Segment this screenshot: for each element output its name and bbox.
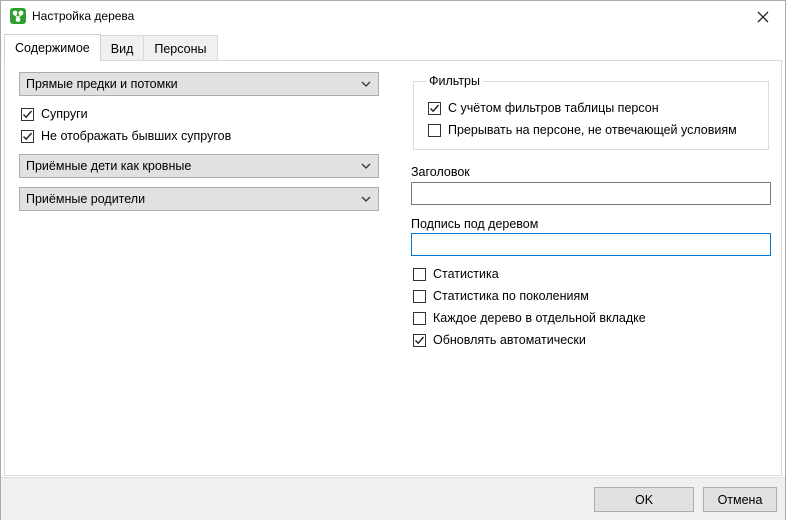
tree-settings-dialog: Настройка дерева Содержимое Вид Персоны … [0, 0, 786, 520]
tab-content[interactable]: Содержимое [4, 34, 101, 61]
tab-persons[interactable]: Персоны [143, 35, 218, 61]
stop-on-mismatch-label: Прерывать на персоне, не отвечающей усло… [448, 123, 737, 137]
adoptive-parents-select[interactable]: Приёмные родители [19, 187, 379, 211]
stats-by-generation-checkbox[interactable]: Статистика по поколениям [413, 289, 589, 303]
title-bar: Настройка дерева [1, 1, 785, 32]
header-field-label: Заголовок [411, 165, 470, 179]
tab-strip: Содержимое Вид Персоны [4, 34, 218, 61]
chevron-down-icon [361, 81, 371, 87]
caption-field-label: Подпись под деревом [411, 217, 539, 231]
spouses-label: Супруги [41, 107, 88, 121]
auto-update-checkbox[interactable]: Обновлять автоматически [413, 333, 586, 347]
spouses-checkbox[interactable]: Супруги [21, 107, 88, 121]
separate-tab-checkbox[interactable]: Каждое дерево в отдельной вкладке [413, 311, 646, 325]
hide-ex-spouses-label: Не отображать бывших супругов [41, 129, 232, 143]
checkbox-checked-icon [21, 129, 34, 143]
relatives-mode-select[interactable]: Прямые предки и потомки [19, 72, 379, 96]
auto-update-label: Обновлять автоматически [433, 333, 586, 347]
statistics-checkbox[interactable]: Статистика [413, 267, 499, 281]
filters-legend: Фильтры [426, 74, 483, 88]
checkbox-empty-icon [413, 311, 426, 325]
separate-tab-label: Каждое дерево в отдельной вкладке [433, 311, 646, 325]
caption-input[interactable] [411, 233, 771, 256]
use-table-filters-label: С учётом фильтров таблицы персон [448, 101, 659, 115]
filters-group: Фильтры С учётом фильтров таблицы персон… [413, 74, 769, 150]
adopted-children-value: Приёмные дети как кровные [26, 159, 192, 173]
hide-ex-spouses-checkbox[interactable]: Не отображать бывших супругов [21, 129, 231, 143]
dialog-footer: OK Отмена [1, 477, 785, 520]
relatives-mode-value: Прямые предки и потомки [26, 77, 178, 91]
chevron-down-icon [361, 196, 371, 202]
checkbox-empty-icon [413, 267, 426, 281]
adopted-children-select[interactable]: Приёмные дети как кровные [19, 154, 379, 178]
cancel-button[interactable]: Отмена [703, 487, 777, 512]
close-button[interactable] [741, 1, 785, 32]
checkbox-empty-icon [428, 123, 441, 137]
window-title: Настройка дерева [32, 9, 135, 23]
stop-on-mismatch-checkbox[interactable]: Прерывать на персоне, не отвечающей усло… [428, 123, 737, 137]
checkbox-checked-icon [413, 333, 426, 347]
adoptive-parents-value: Приёмные родители [26, 192, 146, 206]
close-icon [757, 11, 769, 22]
checkbox-empty-icon [413, 289, 426, 303]
tab-panel-content: Прямые предки и потомки Супруги Не отобр… [4, 60, 782, 476]
checkbox-checked-icon [428, 101, 441, 115]
header-input[interactable] [411, 182, 771, 205]
use-table-filters-checkbox[interactable]: С учётом фильтров таблицы персон [428, 101, 659, 115]
statistics-label: Статистика [433, 267, 499, 281]
stats-by-generation-label: Статистика по поколениям [433, 289, 589, 303]
checkbox-checked-icon [21, 107, 34, 121]
ok-button[interactable]: OK [594, 487, 694, 512]
tab-view[interactable]: Вид [99, 35, 145, 61]
family-tree-app-icon [9, 7, 27, 25]
chevron-down-icon [361, 163, 371, 169]
